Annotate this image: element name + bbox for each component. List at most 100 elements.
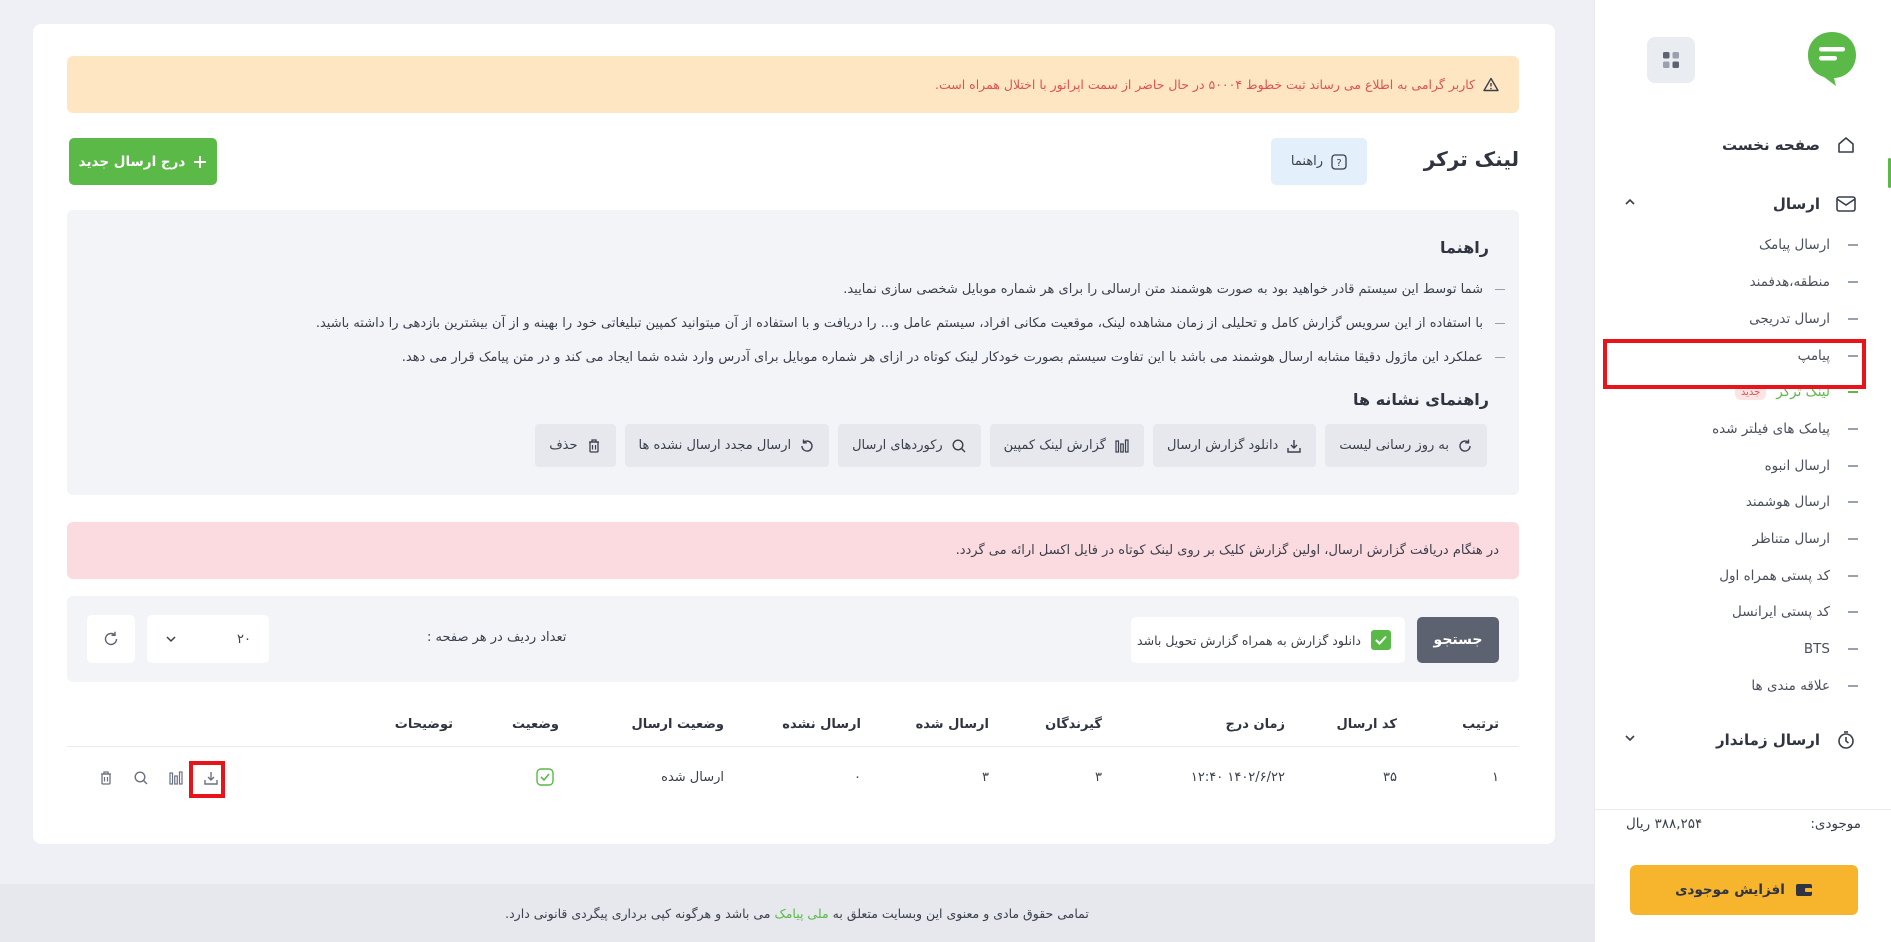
new-send-button-label: درج ارسال جدید xyxy=(78,153,186,170)
col-code: کد ارسال xyxy=(1336,717,1397,732)
guide-button-label: راهنما xyxy=(1290,154,1324,169)
trash-icon xyxy=(586,438,602,454)
timer-icon xyxy=(1834,728,1858,752)
report-checkbox-field[interactable]: دانلود گزارش به همراه گزارش تحویل باشد xyxy=(1131,617,1405,663)
guide-panel: راهنما شما توسط این سیستم قادر خواهید بو… xyxy=(67,210,1519,495)
legend-resend: ارسال مجدد ارسال نشده ها xyxy=(624,424,830,467)
cell-send-status: ارسال شده xyxy=(661,770,724,785)
icons-guide-title: راهنمای نشانه ها xyxy=(1353,390,1489,409)
submenu-label: کد پستی ایرانسل xyxy=(1732,604,1830,620)
submenu-item[interactable]: ارسال پیامک xyxy=(1594,231,1891,259)
legend-delete: حذف xyxy=(535,424,616,467)
rows-per-page-value: ۲۰ xyxy=(237,631,251,647)
submenu-item[interactable]: ارسال تدریجی xyxy=(1594,305,1891,333)
col-sent: ارسال شده xyxy=(915,717,989,732)
page-title: لینک ترکر xyxy=(1423,147,1519,171)
notice-text: در هنگام دریافت گزارش ارسال، اولین گزارش… xyxy=(955,543,1499,558)
guide-item: با استفاده از این سرویس گزارش کامل و تحل… xyxy=(316,316,1505,331)
search-icon xyxy=(951,438,967,454)
submenu-item[interactable]: علاقه مندی ها xyxy=(1594,672,1891,700)
campaign-report-row-button[interactable] xyxy=(162,764,189,791)
chevron-down-icon[interactable] xyxy=(1624,732,1636,744)
rows-per-page-select[interactable]: ۲۰ xyxy=(147,615,269,663)
footer-text-after: می باشد و هرگونه کپی برداری پیگردی قانون… xyxy=(505,905,771,921)
highlight-box xyxy=(189,761,225,798)
refresh-icon xyxy=(1457,438,1473,454)
guide-title: راهنما xyxy=(1439,238,1489,257)
warning-text: کاربر گرامی به اطلاع می رساند ثبت خطوط ۵… xyxy=(934,77,1475,92)
submenu-label: BTS xyxy=(1803,641,1830,657)
status-check-icon xyxy=(536,768,554,786)
records-row-button[interactable] xyxy=(127,764,154,791)
divider xyxy=(1594,809,1891,810)
submenu-label: علاقه مندی ها xyxy=(1751,678,1830,694)
submenu-label: ارسال انبوه xyxy=(1764,458,1830,474)
cell-recipients: ۳ xyxy=(1095,770,1102,785)
logo[interactable] xyxy=(1806,30,1858,86)
topup-button[interactable]: افزایش موجودی xyxy=(1630,865,1858,915)
checkbox-checked[interactable] xyxy=(1371,630,1391,650)
col-send-status: وضعیت ارسال xyxy=(631,717,724,732)
help-icon: ? xyxy=(1331,153,1347,170)
footer-brand-link[interactable]: ملی پیامک xyxy=(775,906,829,921)
download-icon xyxy=(1286,438,1302,454)
legend-send-records: رکوردهای ارسال xyxy=(838,424,981,467)
chevron-up-icon[interactable] xyxy=(1624,196,1636,208)
menu-item-scheduled[interactable]: ارسال زماندار xyxy=(1594,720,1891,760)
delete-row-button[interactable] xyxy=(92,764,119,791)
cell-sent: ۳ xyxy=(982,770,989,785)
footer-text-before: تمامی حقوق مادی و معنوی این وبسایت متعلق… xyxy=(832,905,1089,921)
submenu-label: ارسال هوشمند xyxy=(1745,494,1830,510)
submenu-label: ارسال متناظر xyxy=(1752,531,1830,547)
bar-chart-icon xyxy=(168,770,183,785)
submenu-item[interactable]: ارسال متناظر xyxy=(1594,525,1891,553)
submenu-label: ارسال تدریجی xyxy=(1749,311,1830,327)
submenu-item[interactable]: کد پستی ایرانسل xyxy=(1594,598,1891,626)
menu-item-send[interactable]: ارسال xyxy=(1594,184,1891,224)
submenu-item[interactable]: BTS xyxy=(1594,635,1891,663)
guide-button[interactable]: ? راهنما xyxy=(1271,138,1367,185)
apps-button[interactable] xyxy=(1647,37,1695,83)
main-card: کاربر گرامی به اطلاع می رساند ثبت خطوط ۵… xyxy=(33,24,1555,844)
info-notice: در هنگام دریافت گزارش ارسال، اولین گزارش… xyxy=(67,522,1519,579)
submenu-label: پیامک های فیلتر شده xyxy=(1712,421,1830,437)
col-not-sent: ارسال نشده xyxy=(782,717,861,732)
balance-value: ۳۸۸,۲۵۴ ریال xyxy=(1626,816,1703,832)
new-send-button[interactable]: درج ارسال جدید xyxy=(69,138,217,185)
col-time: زمان درج xyxy=(1225,717,1285,732)
topup-label: افزایش موجودی xyxy=(1675,882,1785,898)
cell-not-sent: ۰ xyxy=(854,770,861,785)
resend-icon xyxy=(799,438,815,454)
balance: موجودی: ۳۸۸,۲۵۴ ریال xyxy=(1626,816,1861,832)
search-button[interactable]: جستجو xyxy=(1417,617,1499,663)
bar-chart-icon xyxy=(1114,438,1130,454)
submenu-item[interactable]: منطقه،هدفمند xyxy=(1594,268,1891,296)
menu-item-home[interactable]: صفحه نخست xyxy=(1594,125,1891,165)
cell-index: ۱ xyxy=(1492,770,1499,785)
sidebar: صفحه نخست ارسال ارسال پیامک منطقه،هدفمند… xyxy=(1594,0,1891,942)
submenu-label: منطقه،هدفمند xyxy=(1749,274,1830,290)
menu-item-home-label: صفحه نخست xyxy=(1721,136,1820,154)
refresh-button[interactable] xyxy=(87,615,135,663)
menu-item-send-label: ارسال xyxy=(1772,195,1820,213)
cell-time: ۱۴۰۲/۶/۲۲ ۱۲:۴۰ xyxy=(1190,770,1285,785)
submenu-item[interactable]: ارسال هوشمند xyxy=(1594,488,1891,516)
submenu-item[interactable]: کد پستی همراه اول xyxy=(1594,562,1891,590)
menu-item-scheduled-label: ارسال زماندار xyxy=(1715,731,1820,749)
warning-alert: کاربر گرامی به اطلاع می رساند ثبت خطوط ۵… xyxy=(67,56,1519,113)
col-description: توضیحات xyxy=(394,717,453,732)
col-recipients: گیرندگان xyxy=(1045,717,1102,732)
submenu-label: کد پستی همراه اول xyxy=(1719,568,1830,584)
guide-item: شما توسط این سیستم قادر خواهید بود به صو… xyxy=(843,282,1505,297)
checkbox-label: دانلود گزارش به همراه گزارش تحویل باشد xyxy=(1137,632,1361,648)
submenu-item[interactable]: ارسال انبوه xyxy=(1594,452,1891,480)
icons-legend: به روز رسانی لیست دانلود گزارش ارسال گزا… xyxy=(535,424,1487,467)
filter-bar: جستجو دانلود گزارش به همراه گزارش تحویل … xyxy=(67,596,1519,682)
highlight-box xyxy=(1603,339,1866,389)
legend-campaign-report: گزارش لینک کمپین xyxy=(989,424,1144,467)
submenu-item[interactable]: پیامک های فیلتر شده xyxy=(1594,415,1891,443)
guide-item: عملکرد این ماژول دقیقا مشابه ارسال هوشمن… xyxy=(402,350,1505,365)
trash-icon xyxy=(100,770,111,785)
balance-label: موجودی: xyxy=(1810,816,1861,832)
search-icon xyxy=(133,770,147,784)
